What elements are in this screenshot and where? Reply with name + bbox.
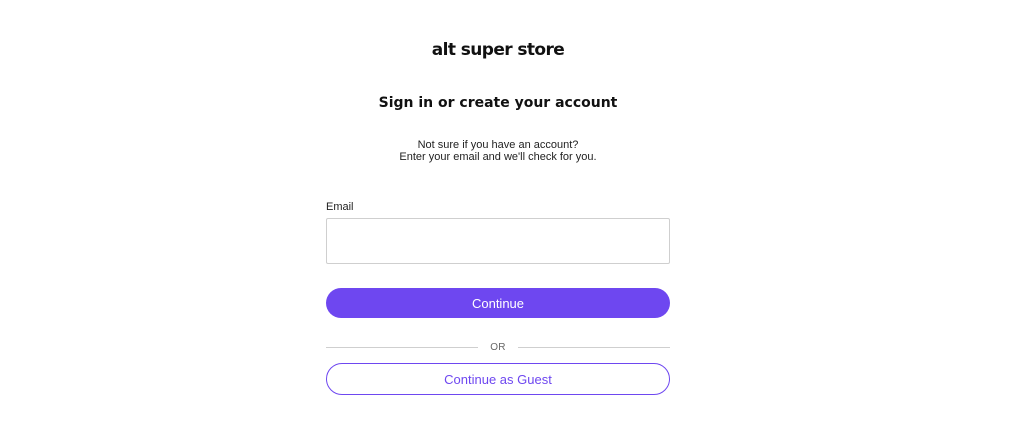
page-subtitle: Not sure if you have an account? Enter y… [0,139,996,163]
subtitle-line-1: Not sure if you have an account? [417,139,579,151]
continue-as-guest-button[interactable]: Continue as Guest [326,363,670,395]
sign-in-page: alt super store Sign in or create your a… [0,0,1024,428]
sign-in-form: Email Continue OR Continue as Guest [326,200,671,395]
email-field[interactable] [326,218,670,264]
continue-button[interactable]: Continue [326,288,670,318]
subtitle-line-2: Enter your email and we'll check for you… [399,151,597,163]
divider-line-left [326,346,479,348]
divider-text: OR [490,341,506,353]
divider-line-right [517,346,671,348]
page-title: Sign in or create your account [378,95,618,111]
email-label: Email [326,201,354,213]
brand-logo: alt super store [431,40,565,60]
or-divider: OR [326,340,671,354]
